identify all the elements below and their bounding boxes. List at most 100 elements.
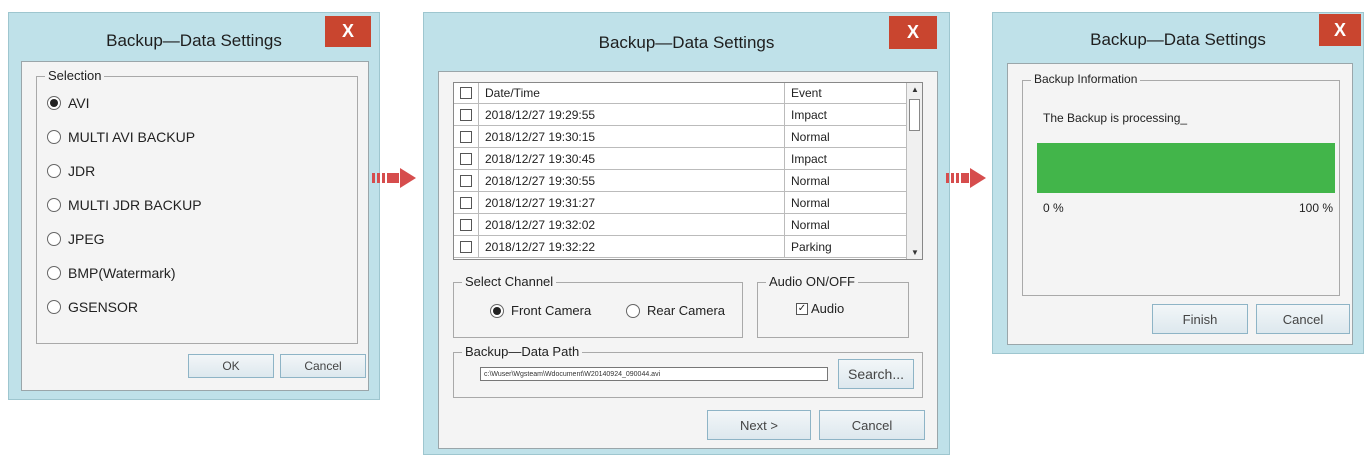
- next-step-arrow-icon: [372, 168, 416, 188]
- row-datetime: 2018/12/27 19:30:45: [478, 148, 784, 169]
- selection-option[interactable]: GSENSOR: [47, 299, 138, 315]
- selection-option[interactable]: JDR: [47, 163, 95, 179]
- audio-group-label: Audio ON/OFF: [766, 274, 858, 289]
- table-row[interactable]: 2018/12/27 19:32:22 Parking: [454, 236, 908, 258]
- radio-button-icon[interactable]: [47, 266, 61, 280]
- radio-button-icon[interactable]: [47, 232, 61, 246]
- rear-camera-label: Rear Camera: [647, 303, 726, 318]
- radio-button-icon[interactable]: [47, 96, 61, 110]
- dialog-title: Backup—Data Settings: [1090, 30, 1266, 49]
- selection-option[interactable]: JPEG: [47, 231, 105, 247]
- recordings-table: Date/Time Event 2018/12/27 19:29:55 Impac…: [453, 82, 923, 260]
- radio-button-icon[interactable]: [626, 303, 640, 318]
- front-camera-radio[interactable]: Front Camera: [490, 303, 591, 318]
- selection-option-label: JDR: [68, 163, 96, 179]
- scroll-down-icon[interactable]: ▼: [907, 248, 923, 257]
- front-camera-label: Front Camera: [511, 303, 592, 318]
- finish-button[interactable]: Finish: [1152, 304, 1248, 334]
- dialog-title: Backup—Data Settings: [598, 33, 775, 52]
- select-all-checkbox[interactable]: [460, 87, 472, 99]
- audio-group: Audio ON/OFF ✓ Audio: [757, 274, 909, 338]
- dialog-title: Backup—Data Settings: [106, 31, 282, 50]
- rear-camera-radio[interactable]: Rear Camera: [626, 303, 725, 318]
- close-button[interactable]: X: [889, 16, 937, 49]
- selection-option[interactable]: MULTI JDR BACKUP: [47, 197, 202, 213]
- cancel-button[interactable]: Cancel: [819, 410, 925, 440]
- scroll-up-icon[interactable]: ▲: [907, 85, 923, 94]
- close-button[interactable]: X: [1319, 14, 1361, 46]
- row-datetime: 2018/12/27 19:29:55: [478, 104, 784, 125]
- backup-path-input[interactable]: c:\Wuser\Wgsteam\Wdocument\W20140924_090…: [480, 367, 828, 381]
- row-checkbox[interactable]: [460, 130, 472, 143]
- dialog-selection: Backup—Data Settings X Selection AVI MULT…: [8, 12, 380, 400]
- audio-check-icon[interactable]: ✓: [796, 302, 808, 315]
- cancel-button[interactable]: Cancel: [280, 354, 366, 378]
- row-event: Normal: [784, 126, 902, 147]
- column-header-event[interactable]: Event: [784, 83, 902, 103]
- row-datetime: 2018/12/27 19:32:22: [478, 236, 784, 257]
- table-scrollbar[interactable]: ▲ ▼: [906, 83, 922, 259]
- select-channel-group: Select Channel Front Camera Rear Camera: [453, 274, 743, 338]
- radio-button-icon[interactable]: [47, 164, 61, 178]
- column-header-datetime[interactable]: Date/Time: [478, 83, 784, 103]
- progress-max-label: 100 %: [1298, 201, 1333, 215]
- scrollbar-thumb[interactable]: [909, 99, 920, 131]
- table-header: Date/Time Event: [454, 83, 908, 104]
- table-row[interactable]: 2018/12/27 19:31:27 Normal: [454, 192, 908, 214]
- selection-option[interactable]: AVI: [47, 95, 90, 111]
- audio-label: Audio: [811, 301, 845, 316]
- selection-option-label: GSENSOR: [68, 299, 139, 315]
- radio-button-icon[interactable]: [47, 300, 61, 314]
- row-checkbox[interactable]: [460, 152, 472, 165]
- backup-path-label: Backup—Data Path: [462, 344, 583, 359]
- row-datetime: 2018/12/27 19:31:27: [478, 192, 784, 213]
- row-event: Normal: [784, 214, 902, 235]
- row-event: Impact: [784, 148, 902, 169]
- progress-bar-track: [1037, 143, 1335, 193]
- backup-info-label: Backup Information: [1031, 72, 1141, 86]
- cancel-button[interactable]: Cancel: [1256, 304, 1350, 334]
- dialog-body: Backup Information The Backup is process…: [1007, 63, 1353, 345]
- row-event: Parking: [784, 236, 902, 257]
- ok-button[interactable]: OK: [188, 354, 274, 378]
- radio-button-icon[interactable]: [47, 130, 61, 144]
- next-step-arrow-icon: [946, 168, 986, 188]
- row-event: Normal: [784, 192, 902, 213]
- row-checkbox[interactable]: [460, 240, 472, 253]
- dialog-backup-progress: Backup—Data Settings X Backup Informatio…: [992, 12, 1364, 354]
- radio-button-icon[interactable]: [490, 303, 504, 318]
- row-event: Impact: [784, 104, 902, 125]
- row-datetime: 2018/12/27 19:32:02: [478, 214, 784, 235]
- table-row[interactable]: 2018/12/27 19:30:55 Normal: [454, 170, 908, 192]
- row-checkbox[interactable]: [460, 174, 472, 187]
- table-row[interactable]: 2018/12/27 19:32:02 Normal: [454, 214, 908, 236]
- row-checkbox[interactable]: [460, 108, 472, 121]
- table-row[interactable]: 2018/12/27 19:30:15 Normal: [454, 126, 908, 148]
- audio-checkbox[interactable]: ✓ Audio: [796, 301, 844, 316]
- table-row[interactable]: 2018/12/27 19:29:55 Impact: [454, 104, 908, 126]
- dialog-backup-data: Backup—Data Settings X Date/Time Event 2…: [423, 12, 950, 455]
- progress-bar-fill: [1037, 143, 1335, 193]
- selection-option-label: JPEG: [68, 231, 105, 247]
- row-datetime: 2018/12/27 19:30:55: [478, 170, 784, 191]
- radio-button-icon[interactable]: [47, 198, 61, 212]
- backup-path-group: Backup—Data Path c:\Wuser\Wgsteam\Wdocum…: [453, 344, 923, 398]
- close-button[interactable]: X: [325, 16, 371, 47]
- selection-option[interactable]: MULTI AVI BACKUP: [47, 129, 195, 145]
- backup-info-group: Backup Information The Backup is process…: [1022, 72, 1340, 296]
- dialog-body: Date/Time Event 2018/12/27 19:29:55 Impac…: [438, 71, 938, 449]
- selection-option[interactable]: BMP(Watermark): [47, 265, 176, 281]
- selection-option-label: MULTI JDR BACKUP: [68, 197, 202, 213]
- status-text: The Backup is processing_: [1043, 111, 1188, 125]
- next-button[interactable]: Next >: [707, 410, 811, 440]
- selection-group: Selection AVI MULTI AVI BACKUP JDR MULTI JD…: [36, 68, 358, 344]
- select-channel-label: Select Channel: [462, 274, 557, 289]
- row-checkbox[interactable]: [460, 196, 472, 209]
- row-event: Normal: [784, 170, 902, 191]
- progress-min-label: 0 %: [1043, 201, 1064, 215]
- selection-option-label: AVI: [68, 95, 90, 111]
- row-checkbox[interactable]: [460, 218, 472, 231]
- table-row[interactable]: 2018/12/27 19:30:45 Impact: [454, 148, 908, 170]
- row-datetime: 2018/12/27 19:30:15: [478, 126, 784, 147]
- search-button[interactable]: Search...: [838, 359, 914, 389]
